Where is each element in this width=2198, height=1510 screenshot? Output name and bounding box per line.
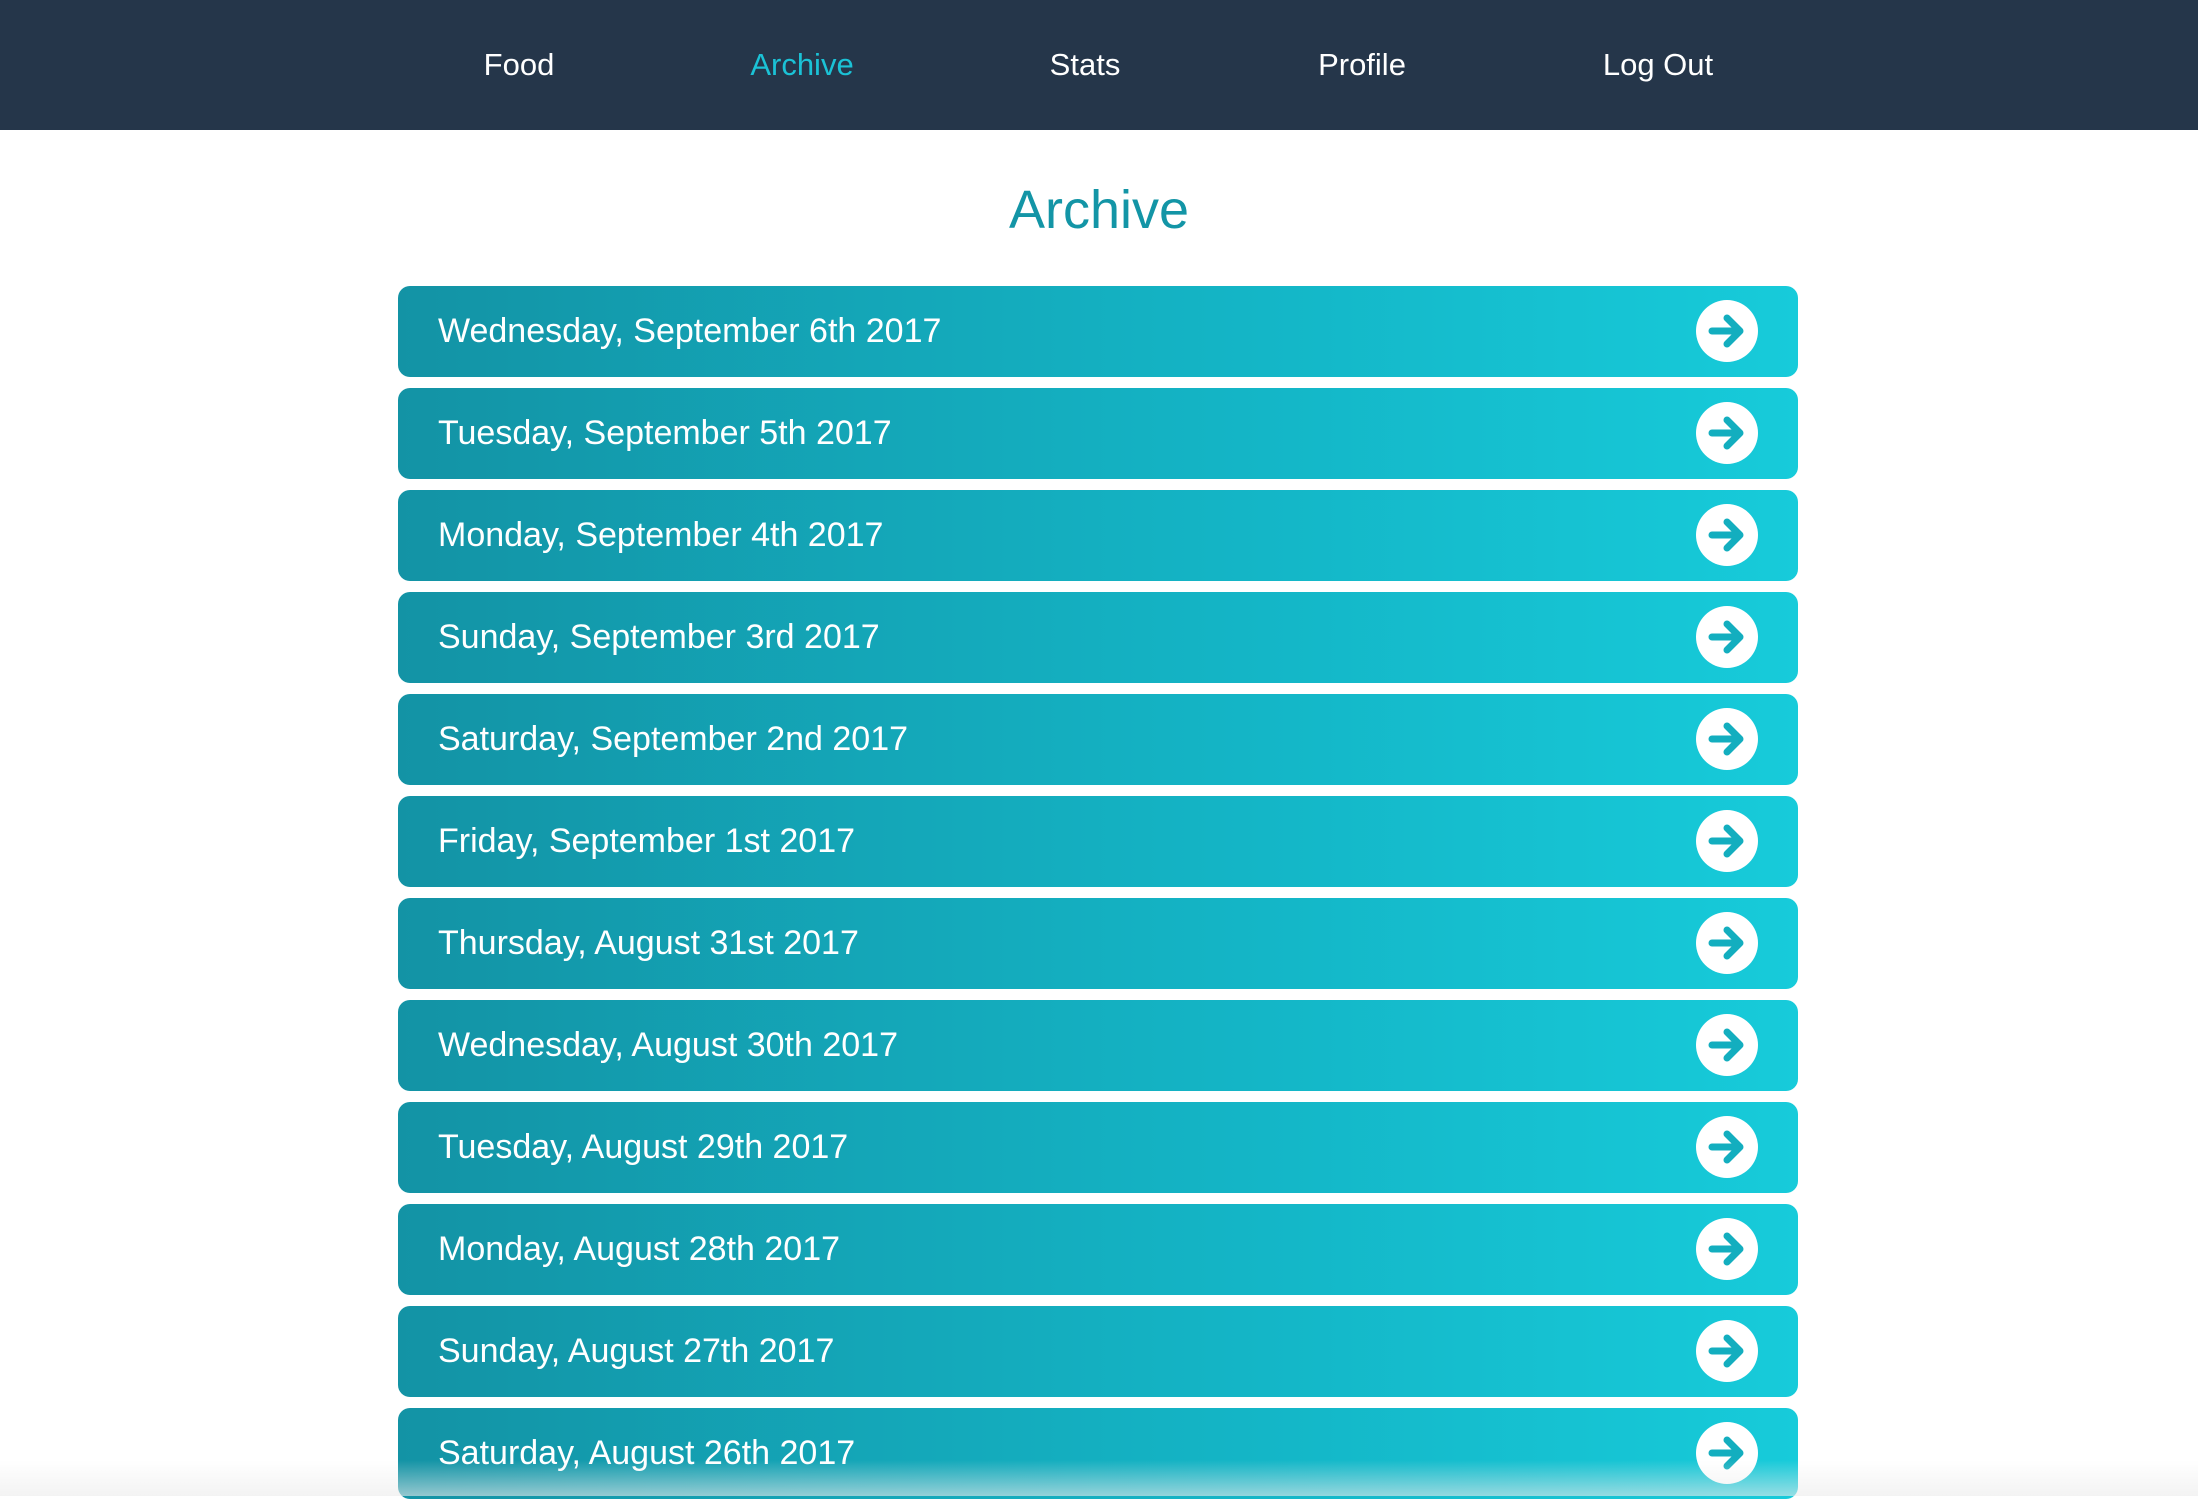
archive-day-label: Saturday, September 2nd 2017 bbox=[438, 720, 909, 758]
archive-day-label: Monday, August 28th 2017 bbox=[438, 1230, 841, 1268]
archive-day-label: Wednesday, September 6th 2017 bbox=[438, 312, 942, 350]
archive-day-row[interactable]: Wednesday, September 6th 2017 bbox=[398, 286, 1798, 377]
arrow-right-circle-icon[interactable] bbox=[1696, 504, 1758, 566]
archive-day-label: Sunday, August 27th 2017 bbox=[438, 1332, 835, 1370]
archive-day-row[interactable]: Tuesday, September 5th 2017 bbox=[398, 388, 1798, 479]
arrow-right-circle-icon[interactable] bbox=[1696, 912, 1758, 974]
page-title: Archive bbox=[1008, 180, 1190, 240]
archive-day-row[interactable]: Monday, August 28th 2017 bbox=[398, 1204, 1798, 1295]
arrow-right-circle-icon[interactable] bbox=[1696, 402, 1758, 464]
arrow-right-circle-icon[interactable] bbox=[1696, 1116, 1758, 1178]
archive-day-row[interactable]: Wednesday, August 30th 2017 bbox=[398, 1000, 1798, 1091]
arrow-right-circle-icon[interactable] bbox=[1696, 1014, 1758, 1076]
archive-day-label: Thursday, August 31st 2017 bbox=[438, 924, 859, 962]
archive-day-label: Friday, September 1st 2017 bbox=[438, 822, 856, 860]
arrow-right-circle-icon[interactable] bbox=[1696, 1320, 1758, 1382]
arrow-right-circle-icon[interactable] bbox=[1696, 1218, 1758, 1280]
archive-day-label: Monday, September 4th 2017 bbox=[438, 516, 884, 554]
archive-day-label: Tuesday, September 5th 2017 bbox=[438, 414, 892, 452]
arrow-right-circle-icon[interactable] bbox=[1696, 1422, 1758, 1484]
nav-link-stats[interactable]: Stats bbox=[1050, 0, 1121, 130]
archive-day-row[interactable]: Saturday, September 2nd 2017 bbox=[398, 694, 1798, 785]
nav-link-archive[interactable]: Archive bbox=[750, 0, 853, 130]
top-navigation-bar: Food Archive Stats Profile Log Out bbox=[0, 0, 2198, 130]
nav-link-food[interactable]: Food bbox=[484, 0, 555, 130]
archive-day-list: Wednesday, September 6th 2017 Tuesday, S… bbox=[398, 286, 1798, 1510]
nav-link-log-out[interactable]: Log Out bbox=[1603, 0, 1713, 130]
archive-day-row[interactable]: Tuesday, August 29th 2017 bbox=[398, 1102, 1798, 1193]
archive-day-label: Wednesday, August 30th 2017 bbox=[438, 1026, 898, 1064]
archive-day-row[interactable]: Thursday, August 31st 2017 bbox=[398, 898, 1798, 989]
archive-day-row[interactable]: Sunday, August 27th 2017 bbox=[398, 1306, 1798, 1397]
archive-day-row[interactable]: Saturday, August 26th 2017 bbox=[398, 1408, 1798, 1499]
archive-day-label: Tuesday, August 29th 2017 bbox=[438, 1128, 849, 1166]
arrow-right-circle-icon[interactable] bbox=[1696, 810, 1758, 872]
arrow-right-circle-icon[interactable] bbox=[1696, 300, 1758, 362]
nav-link-profile[interactable]: Profile bbox=[1318, 0, 1406, 130]
arrow-right-circle-icon[interactable] bbox=[1696, 606, 1758, 668]
archive-day-row[interactable]: Sunday, September 3rd 2017 bbox=[398, 592, 1798, 683]
archive-day-row[interactable]: Friday, September 1st 2017 bbox=[398, 796, 1798, 887]
archive-day-label: Sunday, September 3rd 2017 bbox=[438, 618, 880, 656]
archive-day-row[interactable]: Monday, September 4th 2017 bbox=[398, 490, 1798, 581]
arrow-right-circle-icon[interactable] bbox=[1696, 708, 1758, 770]
archive-day-label: Saturday, August 26th 2017 bbox=[438, 1434, 856, 1472]
